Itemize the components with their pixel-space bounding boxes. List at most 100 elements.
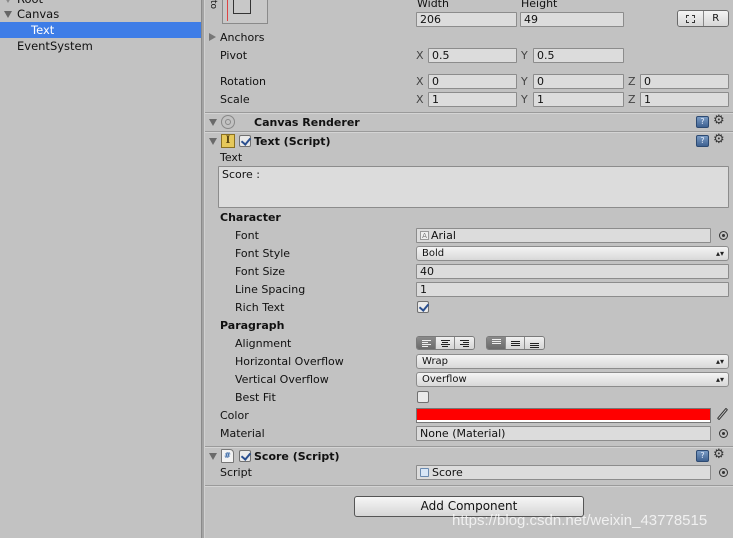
rect-mode-toggle: R (677, 10, 729, 27)
object-picker-icon[interactable] (719, 231, 728, 240)
hierarchy-item-label: Text (31, 23, 55, 37)
rotation-y-axis-label: Y (521, 75, 528, 88)
canvas-renderer-foldout-icon[interactable] (209, 119, 217, 126)
script-label: Script (220, 466, 252, 479)
help-icon[interactable]: ? (696, 135, 709, 147)
anchor-preset-button[interactable] (222, 0, 268, 24)
scale-y-axis-label: Y (521, 93, 528, 106)
align-right-icon (460, 339, 469, 347)
score-script-foldout-icon[interactable] (209, 453, 217, 460)
pivot-x-axis-label: X (416, 49, 424, 62)
width-field[interactable]: 206 (416, 12, 517, 27)
best-fit-label: Best Fit (235, 391, 276, 404)
pivot-label: Pivot (220, 49, 248, 62)
font-asset-icon: A (420, 231, 429, 240)
gear-icon[interactable]: ⚙ (713, 114, 725, 127)
hierarchy-item-label: EventSystem (17, 39, 93, 53)
rotation-z-field[interactable]: 0 (640, 74, 729, 89)
hierarchy-item-canvas[interactable]: Canvas (0, 6, 201, 22)
scale-x-field[interactable]: 1 (428, 92, 517, 107)
font-style-label: Font Style (235, 247, 291, 260)
align-middle-button[interactable] (506, 337, 525, 349)
object-picker-icon[interactable] (719, 429, 728, 438)
pivot-x-field[interactable]: 0.5 (428, 48, 517, 63)
collapse-arrow-icon[interactable] (4, 0, 12, 3)
align-top-button[interactable] (487, 337, 506, 349)
anchors-foldout-icon[interactable] (209, 33, 216, 41)
canvas-renderer-icon (221, 115, 235, 129)
align-bottom-button[interactable] (525, 337, 544, 349)
width-label: Width (417, 0, 449, 10)
color-swatch[interactable] (416, 408, 711, 423)
align-right-button[interactable] (455, 337, 474, 349)
hierarchy-item-label: Canvas (17, 7, 60, 21)
help-icon[interactable]: ? (696, 450, 709, 462)
font-field[interactable]: A Arial (416, 228, 711, 243)
script-field[interactable]: Score (416, 465, 711, 480)
text-label: Text (220, 151, 243, 164)
text-component-icon: I (221, 134, 235, 148)
text-script-enabled-checkbox[interactable] (239, 135, 251, 147)
pivot-y-axis-label: Y (521, 49, 528, 62)
scale-y-field[interactable]: 1 (533, 92, 624, 107)
font-style-dropdown[interactable]: Bold ▴▾ (416, 246, 729, 261)
best-fit-checkbox[interactable] (417, 391, 429, 403)
vertical-overflow-value: Overflow (422, 374, 467, 385)
hierarchy-panel: Root Canvas Text EventSystem (0, 0, 201, 538)
text-script-foldout-icon[interactable] (209, 138, 217, 145)
scale-x-axis-label: X (416, 93, 424, 106)
align-left-button[interactable] (417, 337, 436, 349)
gear-icon[interactable]: ⚙ (713, 448, 725, 461)
help-icon[interactable]: ? (696, 116, 709, 128)
vertical-alignment-group (486, 336, 545, 350)
horizontal-overflow-dropdown[interactable]: Wrap ▴▾ (416, 354, 729, 369)
scale-z-field[interactable]: 1 (640, 92, 729, 107)
vertical-overflow-label: Vertical Overflow (235, 373, 329, 386)
gear-icon[interactable]: ⚙ (713, 133, 725, 146)
scale-label: Scale (220, 93, 250, 106)
anchors-label[interactable]: Anchors (220, 31, 265, 44)
csharp-script-icon: # (221, 449, 234, 463)
height-field[interactable]: 49 (520, 12, 624, 27)
raw-edit-button[interactable]: R (703, 11, 728, 26)
rich-text-checkbox[interactable] (417, 301, 429, 313)
height-label: Height (521, 0, 558, 10)
font-style-value: Bold (422, 248, 445, 259)
score-script-enabled-checkbox[interactable] (239, 450, 251, 462)
script-asset-icon (420, 468, 429, 477)
character-header: Character (220, 211, 281, 224)
anchor-side-label: to (208, 0, 218, 10)
line-spacing-field[interactable]: 1 (416, 282, 729, 297)
material-field[interactable]: None (Material) (416, 426, 711, 441)
canvas-renderer-title: Canvas Renderer (254, 116, 360, 129)
horizontal-overflow-value: Wrap (422, 356, 449, 367)
font-size-field[interactable]: 40 (416, 264, 729, 279)
align-center-icon (440, 339, 450, 347)
blueprint-icon (685, 14, 695, 23)
hierarchy-item-eventsystem[interactable]: EventSystem (0, 38, 201, 54)
pivot-y-field[interactable]: 0.5 (533, 48, 624, 63)
font-label: Font (235, 229, 259, 242)
rich-text-label: Rich Text (235, 301, 285, 314)
divider (205, 486, 733, 487)
blueprint-mode-button[interactable] (678, 11, 704, 26)
object-picker-icon[interactable] (719, 468, 728, 477)
align-bottom-icon (530, 343, 539, 348)
divider (205, 113, 733, 114)
horizontal-overflow-label: Horizontal Overflow (235, 355, 344, 368)
script-value: Score (432, 466, 463, 479)
rotation-label: Rotation (220, 75, 267, 88)
text-content-area[interactable]: Score : (218, 166, 729, 208)
dropdown-arrow-icon: ▴▾ (715, 375, 724, 384)
rotation-x-field[interactable]: 0 (428, 74, 517, 89)
hierarchy-item-text[interactable]: Text (0, 22, 201, 38)
inspector-panel: to Width Height 206 49 R Anchors Pivot X… (205, 0, 733, 538)
eyedropper-icon[interactable] (715, 407, 729, 423)
scale-z-axis-label: Z (628, 93, 636, 106)
rotation-y-field[interactable]: 0 (533, 74, 624, 89)
vertical-overflow-dropdown[interactable]: Overflow ▴▾ (416, 372, 729, 387)
expand-arrow-icon[interactable] (4, 11, 12, 18)
align-center-button[interactable] (436, 337, 455, 349)
text-script-title: Text (Script) (254, 135, 331, 148)
material-label: Material (220, 427, 265, 440)
